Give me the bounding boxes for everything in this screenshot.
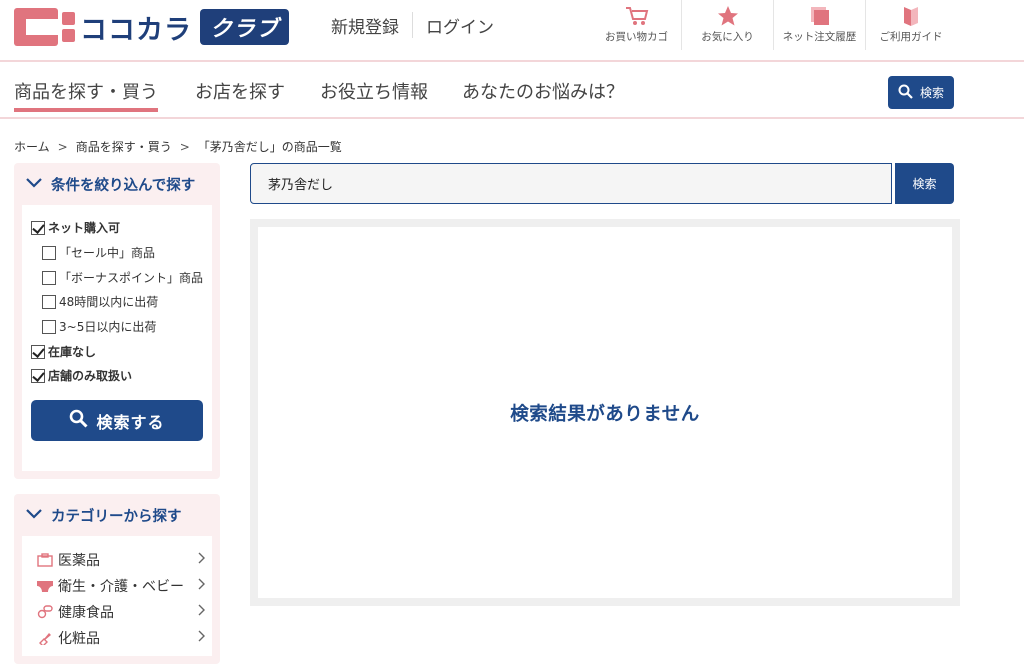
order-history-link[interactable]: ネット注文履歴: [774, 0, 866, 50]
category-item-medicine[interactable]: 医薬品: [36, 550, 206, 570]
register-link[interactable]: 新規登録: [318, 13, 412, 38]
category-item-hygiene-care-baby[interactable]: 衛生・介護・ベビー: [36, 576, 206, 596]
chevron-right-icon: >: [57, 140, 68, 154]
nav-shop-products[interactable]: 商品を探す・買う: [14, 78, 158, 112]
nav-find-store[interactable]: お店を探す: [195, 78, 285, 104]
header-search-label: 検索: [919, 86, 944, 100]
breadcrumb-shop[interactable]: 商品を探す・買う: [76, 140, 172, 154]
checkbox[interactable]: [31, 344, 45, 359]
order-history-label: ネット注文履歴: [782, 31, 857, 43]
filter-option-ship-3-5d[interactable]: 3~5日以内に出荷: [42, 318, 156, 335]
checkbox[interactable]: [31, 220, 45, 235]
category-label: 医薬品: [58, 553, 100, 569]
filter-panel-title: 条件を絞り込んで探す: [51, 177, 196, 194]
category-panel-header[interactable]: カテゴリーから探す: [14, 494, 220, 536]
filter-search-button[interactable]: 検索する: [31, 400, 203, 441]
chevron-down-icon: [26, 176, 42, 192]
checkbox[interactable]: [31, 368, 45, 383]
search-icon: [898, 84, 913, 102]
site-header: ココカラ クラブ 新規登録 ログイン お買い物カゴ お気に入り ネット注文履歴: [0, 0, 1024, 62]
guide-link[interactable]: ご利用ガイド: [866, 0, 956, 50]
guide-label: ご利用ガイド: [879, 31, 943, 43]
favorites-label: お気に入り: [701, 31, 754, 43]
favorites-link[interactable]: お気に入り: [682, 0, 774, 50]
chevron-right-icon: [198, 604, 206, 620]
login-link[interactable]: ログイン: [413, 13, 507, 38]
breadcrumb-home[interactable]: ホーム: [14, 140, 50, 154]
order-history-icon: [809, 5, 831, 27]
search-button[interactable]: 検索: [895, 163, 954, 204]
search-input[interactable]: [250, 163, 892, 204]
breadcrumb: ホーム > 商品を探す・買う > 「茅乃舎だし」の商品一覧: [14, 138, 346, 155]
filter-panel-header[interactable]: 条件を絞り込んで探す: [14, 163, 220, 205]
chevron-down-icon: [26, 507, 42, 523]
filter-option-sale[interactable]: 「セール中」商品: [42, 244, 155, 261]
category-label: 健康食品: [58, 605, 114, 621]
category-panel-title: カテゴリーから探す: [51, 508, 182, 525]
cart-link[interactable]: お買い物カゴ: [592, 0, 682, 50]
filter-option-out-of-stock[interactable]: 在庫なし: [31, 343, 96, 360]
category-item-cosmetics[interactable]: 化粧品: [36, 628, 206, 648]
logo-mark-icon: [14, 8, 76, 46]
utility-nav: お買い物カゴ お気に入り ネット注文履歴 ご利用ガイド: [592, 0, 956, 50]
breadcrumb-current: 「茅乃舎だし」の商品一覧: [197, 140, 342, 154]
guide-book-icon: [902, 5, 920, 27]
category-item-health-food[interactable]: 健康食品: [36, 602, 206, 622]
checkbox[interactable]: [42, 319, 56, 334]
category-label: 化粧品: [58, 631, 100, 647]
logo-club-badge: クラブ: [200, 9, 290, 45]
auth-links: 新規登録 ログイン: [318, 12, 507, 38]
no-results-message: 検索結果がありません: [510, 403, 700, 425]
filter-option-online[interactable]: ネット購入可: [31, 219, 120, 236]
category-panel-body: 医薬品 衛生・介護・ベビー 健康食品 化粧品: [22, 536, 212, 656]
filter-option-label: ネット購入可: [48, 221, 121, 235]
chevron-right-icon: [198, 552, 206, 568]
checkbox[interactable]: [42, 245, 56, 260]
nav-your-concerns[interactable]: あなたのお悩みは？: [462, 78, 624, 104]
diaper-icon: [36, 579, 54, 593]
chevron-right-icon: [198, 578, 206, 594]
global-nav: 商品を探す・買う お店を探す お役立ち情報 あなたのお悩みは？ 検索: [0, 62, 1024, 119]
checkbox[interactable]: [42, 270, 56, 285]
supplement-icon: [36, 605, 54, 619]
lipstick-icon: [36, 631, 54, 645]
filter-option-store-only[interactable]: 店舗のみ取扱い: [31, 367, 132, 384]
logo-text: ココカラ: [80, 14, 192, 46]
results-inner: 検索結果がありません: [258, 227, 952, 598]
filter-option-label: 48時間以内に出荷: [59, 295, 159, 309]
category-panel: カテゴリーから探す 医薬品 衛生・介護・ベビー 健康食品 化粧品: [14, 494, 220, 664]
medicine-box-icon: [36, 553, 54, 567]
results-area: 検索結果がありません: [250, 219, 960, 606]
filter-option-label: 3~5日以内に出荷: [59, 320, 157, 334]
filter-option-ship-48h[interactable]: 48時間以内に出荷: [42, 293, 158, 310]
filter-option-bonus-point[interactable]: 「ボーナスポイント」商品: [42, 269, 203, 286]
filter-option-label: 店舗のみ取扱い: [48, 369, 133, 383]
site-logo[interactable]: ココカラ クラブ: [14, 8, 294, 46]
star-icon: [717, 5, 739, 27]
filter-search-label: 検索する: [96, 412, 165, 432]
nav-useful-info[interactable]: お役立ち情報: [320, 78, 428, 104]
cart-icon: [624, 5, 650, 27]
category-label: 衛生・介護・ベビー: [58, 579, 184, 595]
header-search-button[interactable]: 検索: [888, 76, 954, 109]
filter-option-label: 「セール中」商品: [59, 246, 156, 260]
filter-panel: 条件を絞り込んで探す ネット購入可 「セール中」商品 「ボーナスポイント」商品 …: [14, 163, 220, 479]
filter-option-label: 「ボーナスポイント」商品: [59, 271, 204, 285]
filter-option-label: 在庫なし: [48, 345, 97, 359]
cart-label: お買い物カゴ: [605, 31, 668, 43]
chevron-right-icon: >: [179, 140, 190, 154]
chevron-right-icon: [198, 630, 206, 646]
checkbox[interactable]: [42, 294, 56, 309]
search-icon: [69, 409, 89, 432]
